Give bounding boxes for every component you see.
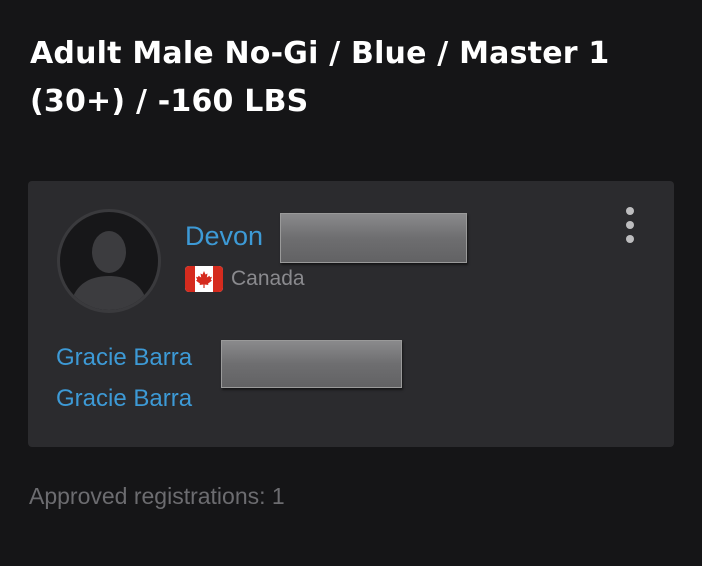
approved-registrations-count: Approved registrations: 1 bbox=[29, 483, 285, 509]
avatar bbox=[57, 209, 161, 313]
canada-flag-icon bbox=[185, 266, 223, 292]
redacted-team-name bbox=[221, 340, 402, 388]
more-vertical-icon-dot bbox=[626, 221, 634, 229]
country-row: Canada bbox=[185, 265, 305, 293]
athlete-card: Devon Canada Gracie Barra Gracie Barra bbox=[28, 181, 674, 447]
user-silhouette-icon bbox=[70, 231, 148, 310]
division-title: Adult Male No-Gi / Blue / Master 1 (30+)… bbox=[30, 36, 610, 119]
athlete-name-link[interactable]: Devon bbox=[185, 218, 263, 254]
more-options-button[interactable] bbox=[618, 203, 642, 247]
redacted-last-name bbox=[280, 213, 467, 263]
country-name: Canada bbox=[231, 267, 305, 290]
team-link[interactable]: Gracie Barra bbox=[56, 383, 192, 415]
more-vertical-icon-dot bbox=[626, 207, 634, 215]
more-vertical-icon-dot bbox=[626, 235, 634, 243]
team-link[interactable]: Gracie Barra bbox=[56, 342, 192, 374]
